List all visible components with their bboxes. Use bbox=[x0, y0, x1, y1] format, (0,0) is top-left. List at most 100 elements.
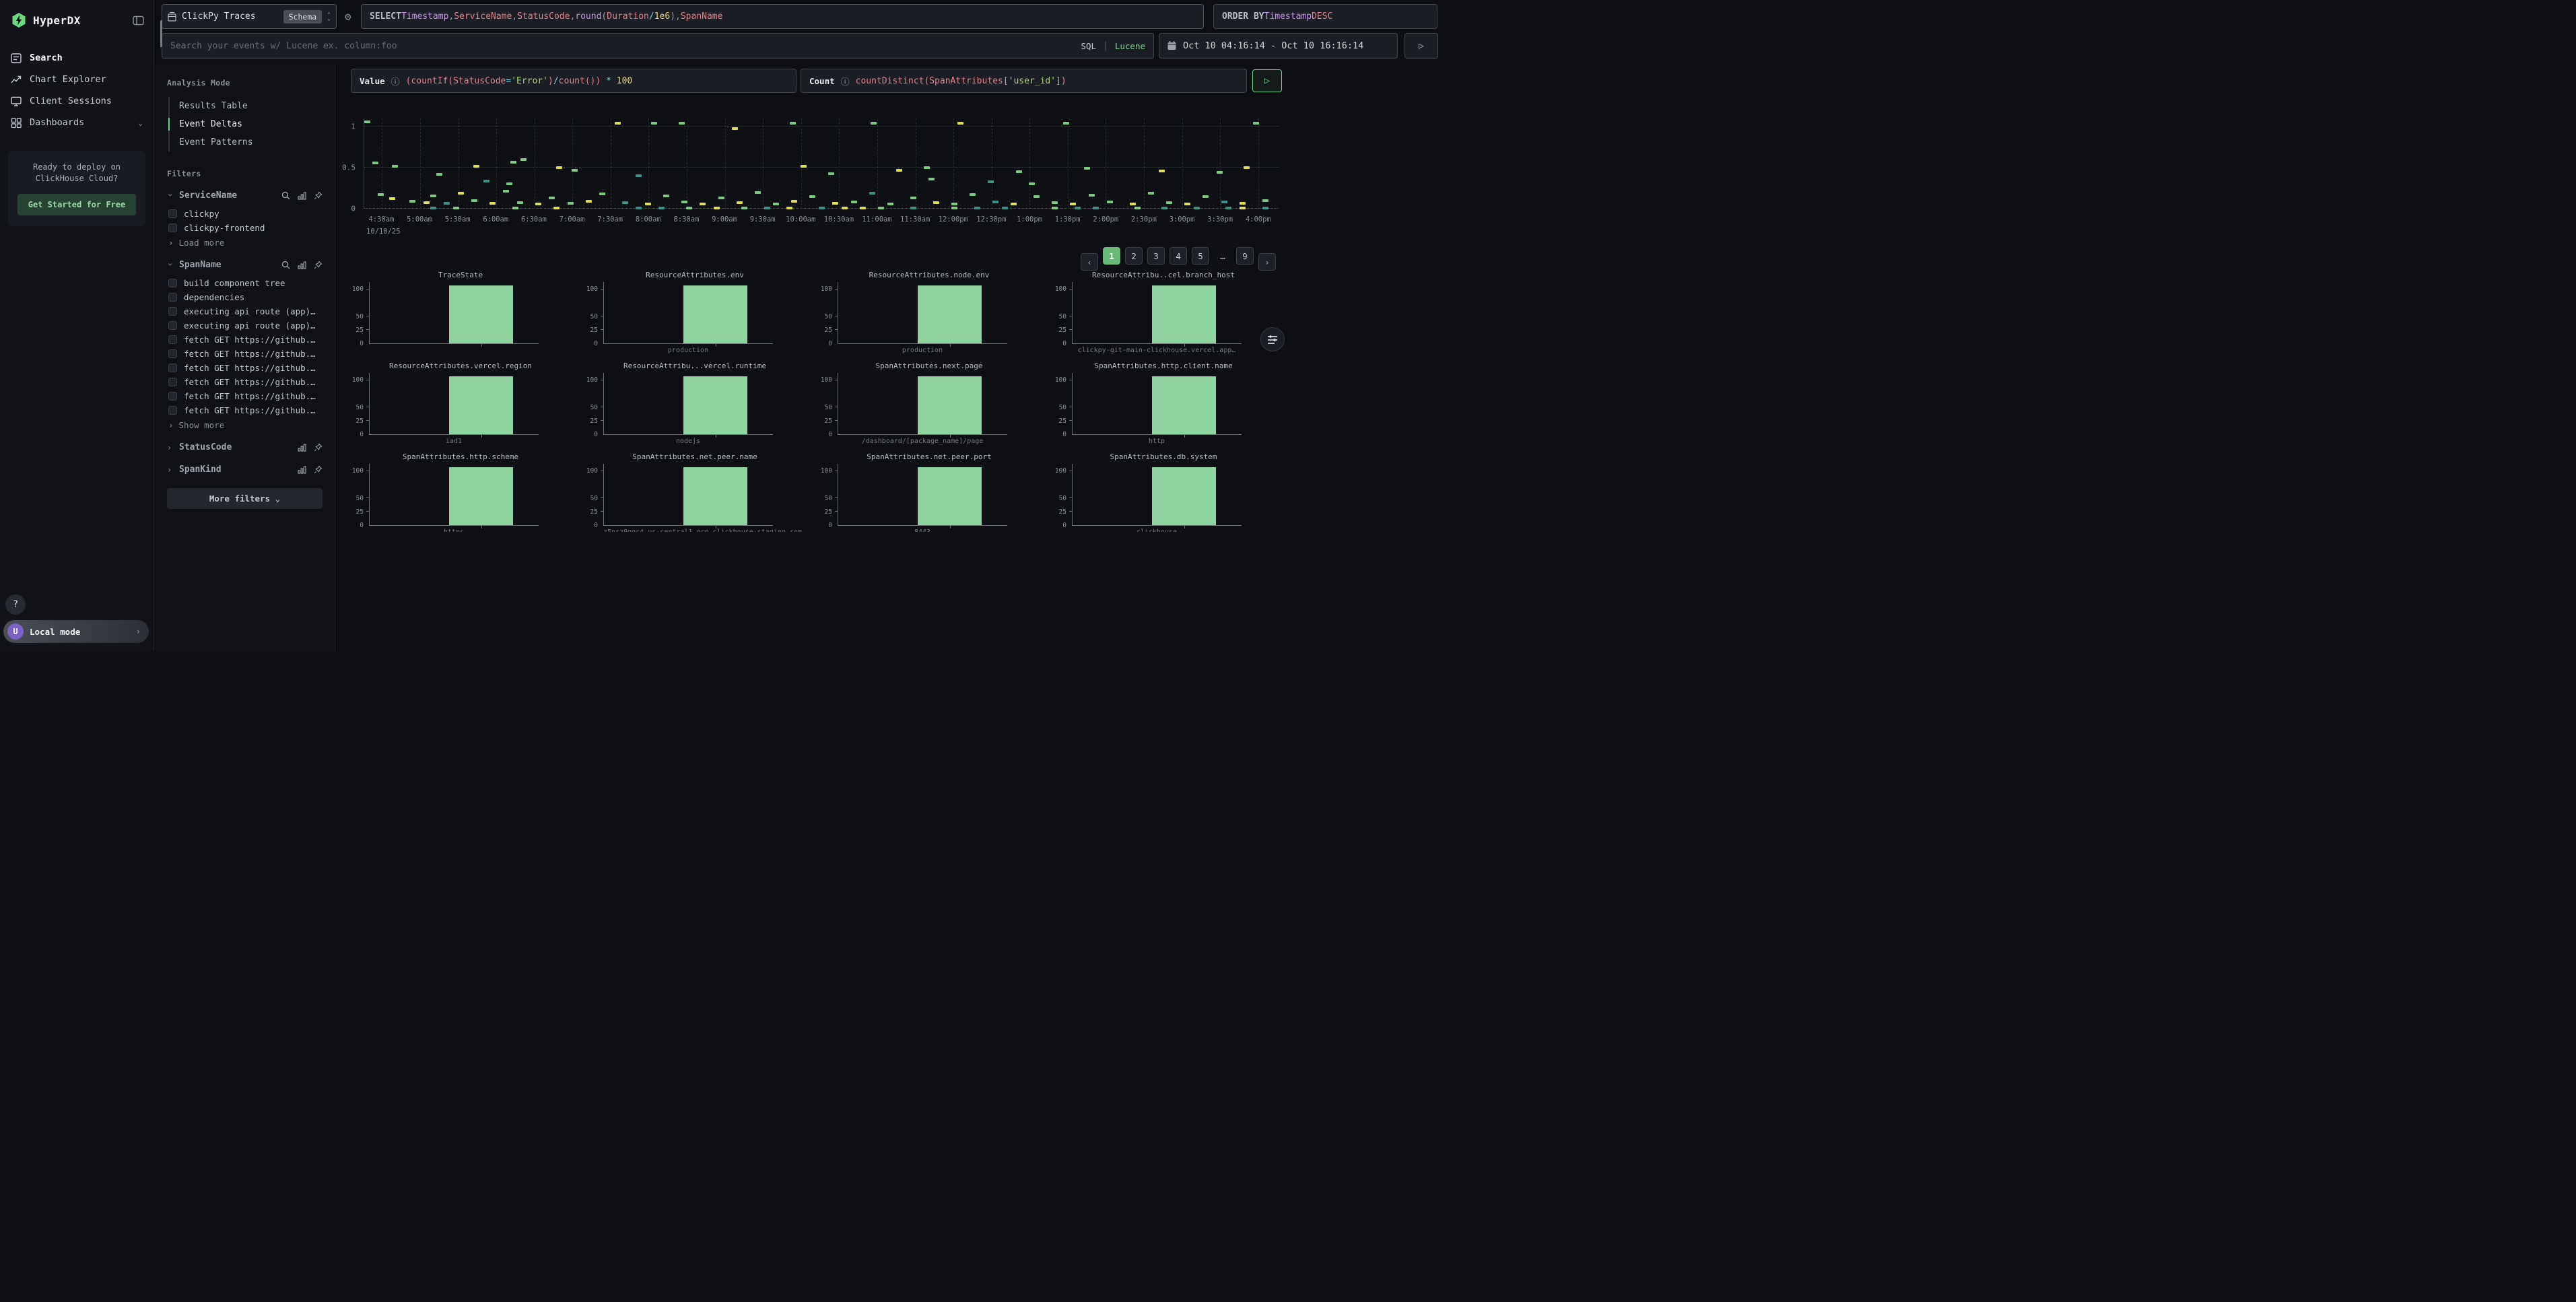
attribute-bar-chart[interactable]: ResourceAttribu...vercel.runtime 1005025… bbox=[580, 362, 809, 451]
data-point[interactable] bbox=[1262, 199, 1268, 202]
data-point[interactable] bbox=[741, 207, 747, 209]
order-by-input[interactable]: ORDER BY Timestamp DESC bbox=[1213, 4, 1437, 29]
filter-checkbox-item[interactable]: fetch GET https://github.… bbox=[167, 361, 323, 375]
filter-checkbox-item[interactable]: fetch GET https://github.… bbox=[167, 403, 323, 417]
data-point[interactable] bbox=[1052, 207, 1058, 209]
filter-group-more[interactable]: › Load more bbox=[167, 238, 323, 248]
data-point[interactable] bbox=[506, 182, 512, 185]
scrollbar-thumb[interactable] bbox=[160, 20, 162, 47]
pagination-page-5[interactable]: 5 bbox=[1192, 247, 1209, 265]
data-point[interactable] bbox=[679, 122, 685, 125]
data-point[interactable] bbox=[1184, 203, 1190, 205]
data-point[interactable] bbox=[732, 127, 738, 130]
checkbox[interactable] bbox=[168, 209, 177, 218]
data-point[interactable] bbox=[473, 165, 479, 168]
data-point[interactable] bbox=[444, 202, 450, 205]
mini-chart-bar[interactable] bbox=[683, 285, 747, 343]
data-point[interactable] bbox=[686, 207, 692, 209]
filter-checkbox-item[interactable]: fetch GET https://github.… bbox=[167, 333, 323, 347]
data-point[interactable] bbox=[773, 203, 779, 205]
data-point[interactable] bbox=[910, 197, 916, 199]
attribute-bar-chart[interactable]: ResourceAttributes.node.env 10050250 pro… bbox=[815, 271, 1044, 360]
pin-icon[interactable] bbox=[314, 261, 323, 269]
pin-icon[interactable] bbox=[314, 191, 323, 200]
data-point[interactable] bbox=[658, 207, 665, 209]
bar-chart-icon[interactable] bbox=[298, 444, 306, 452]
select-clause-input[interactable]: SELECT Timestamp, ServiceName, StatusCod… bbox=[361, 4, 1204, 29]
data-point[interactable] bbox=[645, 203, 651, 205]
data-point[interactable] bbox=[1084, 167, 1090, 170]
filter-checkbox-item[interactable]: executing api route (app)… bbox=[167, 318, 323, 333]
data-point[interactable] bbox=[572, 169, 578, 172]
data-point[interactable] bbox=[924, 166, 930, 169]
data-point[interactable] bbox=[389, 197, 395, 200]
data-point[interactable] bbox=[1225, 207, 1231, 209]
data-point[interactable] bbox=[896, 169, 902, 172]
data-point[interactable] bbox=[988, 180, 994, 183]
data-point[interactable] bbox=[791, 200, 797, 203]
data-point[interactable] bbox=[1130, 203, 1136, 205]
pagination-page-1[interactable]: 1 bbox=[1103, 247, 1120, 265]
help-button[interactable]: ? bbox=[5, 594, 26, 615]
bar-chart-icon[interactable] bbox=[298, 466, 306, 474]
search-icon[interactable] bbox=[281, 191, 290, 200]
search-input[interactable] bbox=[170, 41, 1074, 51]
data-point[interactable] bbox=[1011, 203, 1017, 205]
data-point[interactable] bbox=[819, 207, 825, 209]
local-mode-button[interactable]: U Local mode › bbox=[3, 620, 149, 643]
data-point[interactable] bbox=[392, 165, 398, 168]
data-point[interactable] bbox=[586, 200, 592, 203]
data-point[interactable] bbox=[503, 190, 509, 193]
attribute-bar-chart[interactable]: ResourceAttributes.env 10050250 producti… bbox=[580, 271, 809, 360]
checkbox[interactable] bbox=[168, 335, 177, 344]
data-point[interactable] bbox=[622, 201, 628, 204]
data-point[interactable] bbox=[1070, 203, 1076, 205]
attribute-bar-chart[interactable]: SpanAttributes.net.peer.name 10050250 z5… bbox=[580, 452, 809, 532]
data-point[interactable] bbox=[651, 122, 657, 125]
attribute-bar-chart[interactable]: SpanAttributes.next.page 10050250 /dashb… bbox=[815, 362, 1044, 451]
data-point[interactable] bbox=[1202, 195, 1209, 198]
data-point[interactable] bbox=[1075, 207, 1081, 209]
data-point[interactable] bbox=[851, 201, 857, 203]
pin-icon[interactable] bbox=[314, 465, 323, 474]
data-point[interactable] bbox=[714, 207, 720, 209]
pagination-prev[interactable]: ‹ bbox=[1081, 253, 1098, 271]
pagination-page-9[interactable]: 9 bbox=[1236, 247, 1254, 265]
pagination-page-2[interactable]: 2 bbox=[1125, 247, 1143, 265]
data-point[interactable] bbox=[510, 161, 516, 164]
data-point[interactable] bbox=[663, 195, 669, 197]
data-point[interactable] bbox=[1089, 194, 1095, 197]
data-point[interactable] bbox=[409, 200, 415, 203]
data-point[interactable] bbox=[878, 207, 884, 209]
data-point[interactable] bbox=[1033, 195, 1040, 198]
data-point[interactable] bbox=[933, 201, 939, 204]
data-point[interactable] bbox=[951, 207, 957, 209]
data-point[interactable] bbox=[871, 122, 877, 125]
mini-chart-bar[interactable] bbox=[683, 376, 747, 434]
checkbox[interactable] bbox=[168, 406, 177, 415]
data-point[interactable] bbox=[458, 192, 464, 195]
attribute-bar-chart[interactable]: ResourceAttribu..cel.branch_host 1005025… bbox=[1049, 271, 1278, 360]
data-point[interactable] bbox=[786, 207, 792, 209]
checkbox[interactable] bbox=[168, 293, 177, 302]
attribute-bar-chart[interactable]: ResourceAttributes.vercel.region 1005025… bbox=[346, 362, 575, 451]
data-point[interactable] bbox=[1244, 166, 1250, 169]
data-point[interactable] bbox=[974, 207, 980, 209]
data-point[interactable] bbox=[436, 173, 442, 176]
mini-chart-bar[interactable] bbox=[1152, 285, 1216, 343]
data-point[interactable] bbox=[636, 174, 642, 177]
filter-checkbox-item[interactable]: fetch GET https://github.… bbox=[167, 375, 323, 389]
run-query-button[interactable]: ▷ bbox=[1252, 69, 1282, 92]
data-point[interactable] bbox=[951, 203, 957, 205]
sql-mode-toggle[interactable]: SQL bbox=[1081, 41, 1096, 51]
filter-checkbox-item[interactable]: fetch GET https://github.… bbox=[167, 347, 323, 361]
attribute-bar-chart[interactable]: SpanAttributes.http.client.name 10050250… bbox=[1049, 362, 1278, 451]
data-point[interactable] bbox=[860, 207, 866, 209]
data-point[interactable] bbox=[755, 191, 761, 194]
data-point[interactable] bbox=[378, 193, 384, 196]
data-point[interactable] bbox=[615, 122, 621, 125]
data-point[interactable] bbox=[1166, 201, 1172, 204]
data-point[interactable] bbox=[549, 197, 555, 199]
checkbox[interactable] bbox=[168, 364, 177, 372]
chart-plot-area[interactable] bbox=[364, 118, 1279, 209]
